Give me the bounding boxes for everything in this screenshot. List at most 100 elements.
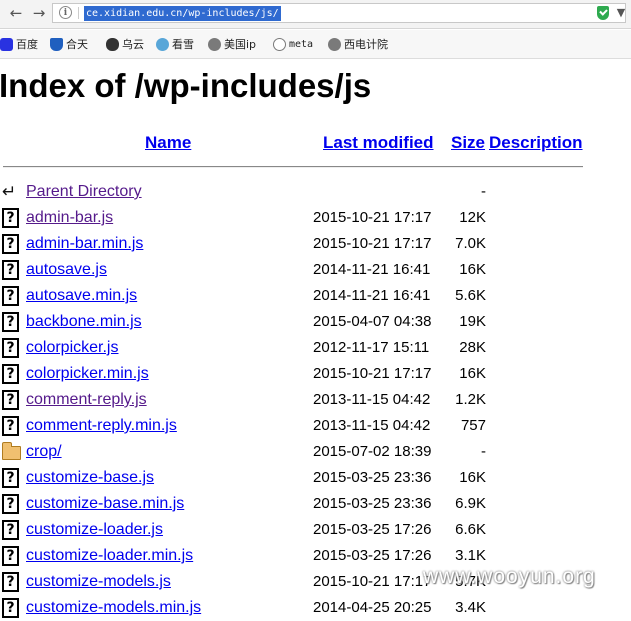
file-link[interactable]: customize-loader.min.js [26, 546, 193, 566]
unknown-file-icon: ? [2, 234, 19, 254]
browser-toolbar: ← → i ce.xidian.edu.cn/wp-includes/js/ ▼ [0, 0, 631, 29]
file-link[interactable]: comment-reply.min.js [26, 416, 177, 436]
shield-check-icon[interactable] [597, 6, 609, 20]
bookmark-label: 百度 [16, 38, 38, 51]
bookmark-xidian-cs[interactable]: 西电计院 [328, 36, 388, 52]
file-link[interactable]: customize-base.js [26, 468, 154, 488]
file-link[interactable]: comment-reply.js [26, 390, 147, 410]
column-header-size[interactable]: Size [451, 133, 485, 153]
globe-icon [328, 37, 341, 51]
page-title: Index of /wp-includes/js [0, 67, 372, 104]
size-cell: 16K [459, 365, 486, 382]
last-modified-cell: 2012-11-17 15:11 [313, 339, 430, 356]
file-link[interactable]: admin-bar.min.js [26, 234, 143, 254]
unknown-file-icon: ? [2, 416, 19, 436]
table-row: ? customize-models.min.js 2014-04-25 20:25… [0, 595, 631, 621]
bookmark-label: 乌云 [122, 38, 144, 51]
bookmark-wooyun[interactable]: 乌云 [106, 36, 144, 52]
unknown-file-icon: ? [2, 286, 19, 306]
bookmark-label: meta [289, 38, 314, 50]
paw-icon [0, 37, 13, 51]
header-divider [3, 166, 583, 168]
file-link[interactable]: colorpicker.min.js [26, 364, 149, 384]
unknown-file-icon: ? [2, 598, 19, 618]
size-cell: 28K [459, 339, 486, 356]
size-cell: 12K [459, 209, 486, 226]
table-row: ? customize-base.js 2015-03-25 23:36 16K [0, 465, 631, 491]
bookmark-kanxue[interactable]: 看雪 [156, 36, 194, 52]
last-modified-cell: 2013-11-15 04:42 [313, 417, 431, 434]
column-header-name[interactable]: Name [145, 133, 191, 153]
info-icon[interactable]: i [59, 6, 72, 19]
table-row: ? colorpicker.js 2012-11-17 15:11 28K [0, 335, 631, 361]
bookmark-us-ip[interactable]: 美国ip [208, 36, 256, 52]
column-header-description[interactable]: Description [489, 133, 583, 153]
chevron-down-icon[interactable]: ▼ [614, 6, 628, 20]
unknown-file-icon: ? [2, 260, 19, 280]
cloud-icon [106, 37, 119, 51]
shield-icon [50, 37, 63, 51]
file-link[interactable]: customize-models.min.js [26, 598, 201, 618]
address-bar-url[interactable]: ce.xidian.edu.cn/wp-includes/js/ [84, 6, 281, 21]
parent-directory-row: ↵ Parent Directory - [0, 179, 631, 205]
size-cell: 6.9K [455, 495, 486, 512]
file-link[interactable]: customize-base.min.js [26, 494, 184, 514]
size-cell: 6.6K [455, 521, 486, 538]
back-folder-icon: ↵ [2, 182, 17, 202]
last-modified-cell: 2015-03-25 23:36 [313, 495, 432, 512]
size-cell: 19K [459, 313, 486, 330]
forward-arrow-icon[interactable]: → [29, 3, 49, 23]
file-link[interactable]: backbone.min.js [26, 312, 142, 332]
file-link[interactable]: crop/ [26, 442, 62, 462]
bookmark-meta[interactable]: meta [273, 36, 313, 52]
unknown-file-icon: ? [2, 338, 19, 358]
file-link[interactable]: customize-models.js [26, 572, 171, 592]
file-link[interactable]: autosave.min.js [26, 286, 137, 306]
last-modified-cell: 2015-10-21 17:17 [313, 573, 432, 590]
last-modified-cell: 2015-03-25 23:36 [313, 469, 432, 486]
bookmark-baidu[interactable]: 百度 [0, 36, 38, 52]
unknown-file-icon: ? [2, 364, 19, 384]
size-cell: 3.4K [455, 599, 486, 616]
table-row: ? backbone.min.js 2015-04-07 04:38 19K [0, 309, 631, 335]
bookmark-label: 西电计院 [344, 38, 388, 51]
size-cell: 1.2K [455, 391, 486, 408]
file-link[interactable]: customize-loader.js [26, 520, 163, 540]
table-row: ? admin-bar.min.js 2015-10-21 17:17 7.0K [0, 231, 631, 257]
size-cell: - [481, 443, 486, 460]
last-modified-cell: 2014-04-25 20:25 [313, 599, 432, 616]
size-cell: 757 [460, 417, 486, 434]
column-header-last-modified[interactable]: Last modified [323, 133, 434, 153]
last-modified-cell: 2015-07-02 18:39 [313, 443, 432, 460]
table-row: ? comment-reply.js 2013-11-15 04:42 1.2K [0, 387, 631, 413]
bookmark-label: 合天 [66, 38, 88, 51]
bookmark-label: 看雪 [172, 38, 194, 51]
file-link[interactable]: colorpicker.js [26, 338, 118, 358]
last-modified-cell: 2014-11-21 16:41 [313, 287, 431, 304]
table-row: ? customize-base.min.js 2015-03-25 23:36 6.… [0, 491, 631, 517]
last-modified-cell: 2014-11-21 16:41 [313, 261, 431, 278]
watermark: www.wooyun.org [423, 565, 596, 588]
last-modified-cell: 2015-10-21 17:17 [313, 365, 432, 382]
bookmark-hetian[interactable]: 合天 [50, 36, 88, 52]
unknown-file-icon: ? [2, 468, 19, 488]
unknown-file-icon: ? [2, 546, 19, 566]
size-cell: 16K [459, 469, 486, 486]
table-row: ? autosave.js 2014-11-21 16:41 16K [0, 257, 631, 283]
size-cell: - [481, 183, 486, 200]
size-cell: 3.1K [455, 547, 486, 564]
globe-icon [208, 37, 221, 51]
back-arrow-icon[interactable]: ← [6, 3, 26, 23]
bookmark-label: 美国ip [224, 38, 257, 51]
parent-directory-link[interactable]: Parent Directory [26, 182, 142, 202]
folder-icon [2, 442, 21, 460]
file-link[interactable]: admin-bar.js [26, 208, 113, 228]
address-bar[interactable]: i ce.xidian.edu.cn/wp-includes/js/ ▼ [52, 3, 626, 23]
last-modified-cell: 2015-10-21 17:17 [313, 209, 432, 226]
size-cell: 16K [459, 261, 486, 278]
file-link[interactable]: autosave.js [26, 260, 107, 280]
unknown-file-icon: ? [2, 572, 19, 592]
unknown-file-icon: ? [2, 208, 19, 228]
unknown-file-icon: ? [2, 520, 19, 540]
table-row: ? autosave.min.js 2014-11-21 16:41 5.6K [0, 283, 631, 309]
